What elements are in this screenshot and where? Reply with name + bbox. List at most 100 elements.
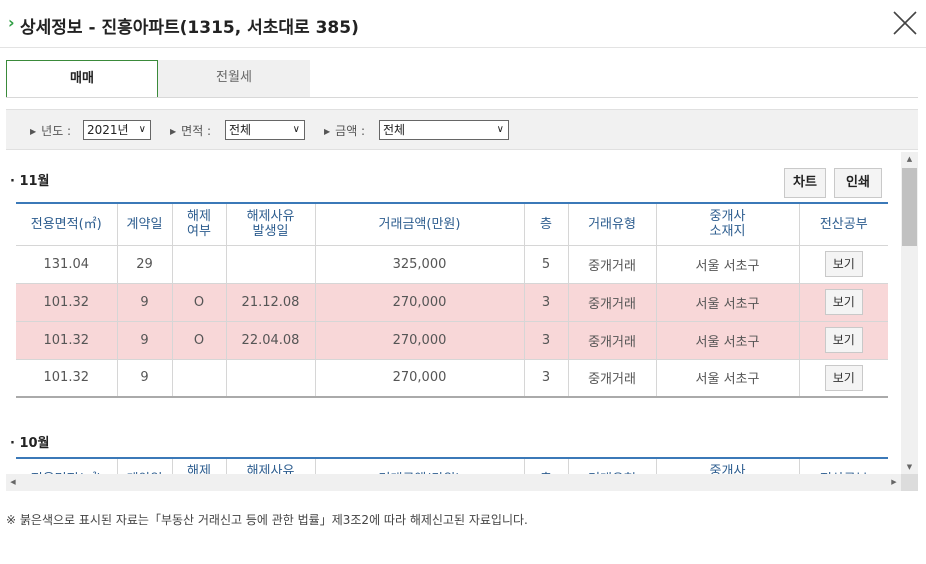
cell-cancel-date: 21.12.08	[225, 283, 315, 322]
cell-location: 서울 서초구	[655, 321, 799, 360]
cell-registry: 보기	[798, 359, 888, 398]
scroll-thumb[interactable]	[902, 168, 917, 246]
price-select[interactable]: 전체 ∨	[379, 120, 509, 140]
chevron-down-icon: ∨	[138, 124, 146, 135]
cell-area: 131.04	[16, 245, 117, 284]
cell-day: 29	[116, 245, 172, 284]
table-row: 101.32 9 O 21.12.08 270,000 3 중개거래 서울 서초…	[16, 283, 888, 322]
cell-cancel: O	[171, 283, 226, 322]
table-row: 131.04 29 325,000 5 중개거래 서울 서초구 보기	[16, 245, 888, 284]
chevron-right-icon: ›	[8, 13, 15, 32]
scrollbar-corner	[901, 474, 918, 491]
cell-day: 9	[116, 359, 172, 398]
cell-cancel-date	[225, 245, 315, 284]
vertical-scrollbar[interactable]: ▲ ▼	[901, 152, 918, 474]
year-select[interactable]: 2021년 ∨	[83, 120, 151, 140]
table-header-row: 전용면적(㎡) 계약일 해제 여부 해제사유 발생일 거래금액(만원) 층 거래…	[16, 203, 888, 246]
cell-location: 서울 서초구	[655, 359, 799, 398]
area-select[interactable]: 전체 ∨	[225, 120, 305, 140]
table-header-row: 전용면적(㎡) 계약일 해제 여부 해제사유 발생일 거래금액(만원) 층 거래…	[16, 458, 888, 474]
cell-cancel	[171, 359, 226, 398]
view-button[interactable]: 보기	[824, 289, 863, 315]
cell-price: 270,000	[314, 321, 524, 360]
results-scroll-area[interactable]: · 11월 차트 인쇄 전용면적(㎡) 계약일 해제 여부 해제사유 발생일 거…	[6, 152, 918, 474]
cell-price: 270,000	[314, 359, 524, 398]
scroll-up-icon[interactable]: ▲	[901, 152, 918, 166]
col-header-contract-day: 계약일	[116, 203, 172, 246]
cell-price: 325,000	[314, 245, 524, 284]
cell-registry: 보기	[798, 245, 888, 284]
col-header-registry: 전산공부	[798, 203, 888, 246]
cell-cancel: O	[171, 321, 226, 360]
chart-button[interactable]: 차트	[784, 168, 826, 198]
dialog-header: › 상세정보 - 진흥아파트(1315, 서초대로 385)	[0, 0, 926, 48]
cell-area: 101.32	[16, 283, 117, 322]
month-heading: · 11월	[10, 174, 50, 189]
col-header-area: 전용면적(㎡)	[16, 203, 117, 246]
cell-cancel-date	[225, 359, 315, 398]
trade-table: 전용면적(㎡) 계약일 해제 여부 해제사유 발생일 거래금액(만원) 층 거래…	[16, 202, 888, 398]
filter-bar: ▶ 년도 : 2021년 ∨ ▶ 면적 : 전체 ∨ ▶ 금액 : 전체 ∨	[6, 109, 918, 150]
chevron-down-icon: ∨	[496, 124, 504, 135]
footnote: ※ 붉은색으로 표시된 자료는「부동산 거래신고 등에 관한 법률」제3조2에 …	[6, 513, 528, 527]
cell-type: 중개거래	[567, 283, 656, 322]
cell-registry: 보기	[798, 283, 888, 322]
close-icon[interactable]	[892, 10, 918, 36]
col-header-floor: 층	[523, 458, 568, 474]
triangle-right-icon: ▶	[170, 127, 177, 136]
scroll-left-icon[interactable]: ◀	[6, 474, 20, 491]
col-header-broker-location: 중개사 소재지	[655, 203, 799, 246]
cell-area: 101.32	[16, 359, 117, 398]
col-header-cancel-date: 해제사유 발생일	[225, 458, 315, 474]
col-header-contract-day: 계약일	[116, 458, 172, 474]
table-row: 101.32 9 O 22.04.08 270,000 3 중개거래 서울 서초…	[16, 321, 888, 360]
print-button[interactable]: 인쇄	[834, 168, 882, 198]
col-header-price: 거래금액(만원)	[314, 203, 524, 246]
horizontal-scrollbar[interactable]: ◀ ▶	[6, 474, 901, 491]
cell-type: 중개거래	[567, 359, 656, 398]
view-button[interactable]: 보기	[824, 251, 863, 277]
cell-type: 중개거래	[567, 245, 656, 284]
col-header-trade-type: 거래유형	[567, 203, 656, 246]
cell-location: 서울 서초구	[655, 283, 799, 322]
col-header-price: 거래금액(만원)	[314, 458, 524, 474]
view-button[interactable]: 보기	[824, 364, 863, 391]
view-button[interactable]: 보기	[824, 327, 863, 353]
chevron-down-icon: ∨	[292, 124, 300, 135]
col-header-cancel: 해제 여부	[171, 458, 226, 474]
dialog-title: 상세정보 - 진흥아파트(1315, 서초대로 385)	[20, 18, 359, 38]
cell-floor: 3	[523, 321, 568, 360]
col-header-broker-location: 중개사 소재지	[655, 458, 799, 474]
cell-day: 9	[116, 321, 172, 360]
tab-divider	[6, 97, 918, 98]
tab-bar: 매매 전월세	[6, 60, 310, 98]
trade-table: 전용면적(㎡) 계약일 해제 여부 해제사유 발생일 거래금액(만원) 층 거래…	[16, 457, 888, 474]
triangle-right-icon: ▶	[30, 127, 37, 136]
cell-price: 270,000	[314, 283, 524, 322]
table-row: 101.32 9 270,000 3 중개거래 서울 서초구 보기	[16, 359, 888, 398]
cell-registry: 보기	[798, 321, 888, 360]
cell-cancel	[171, 245, 226, 284]
cell-type: 중개거래	[567, 321, 656, 360]
col-header-cancel: 해제 여부	[171, 203, 226, 246]
col-header-cancel-date: 해제사유 발생일	[225, 203, 315, 246]
tab-sale[interactable]: 매매	[6, 60, 158, 98]
month-heading: · 10월	[10, 436, 50, 451]
col-header-trade-type: 거래유형	[567, 458, 656, 474]
scroll-down-icon[interactable]: ▼	[901, 460, 918, 474]
col-header-floor: 층	[523, 203, 568, 246]
cell-cancel-date: 22.04.08	[225, 321, 315, 360]
area-filter-label: ▶ 면적 :	[170, 124, 212, 138]
col-header-area: 전용면적(㎡)	[16, 458, 117, 474]
scroll-right-icon[interactable]: ▶	[887, 474, 901, 491]
triangle-right-icon: ▶	[324, 127, 331, 136]
price-filter-label: ▶ 금액 :	[324, 124, 366, 138]
tab-rent[interactable]: 전월세	[158, 60, 310, 98]
cell-floor: 5	[523, 245, 568, 284]
cell-floor: 3	[523, 359, 568, 398]
cell-floor: 3	[523, 283, 568, 322]
cell-area: 101.32	[16, 321, 117, 360]
col-header-registry: 전산공부	[798, 458, 888, 474]
year-filter-label: ▶ 년도 :	[30, 124, 72, 138]
cell-location: 서울 서초구	[655, 245, 799, 284]
